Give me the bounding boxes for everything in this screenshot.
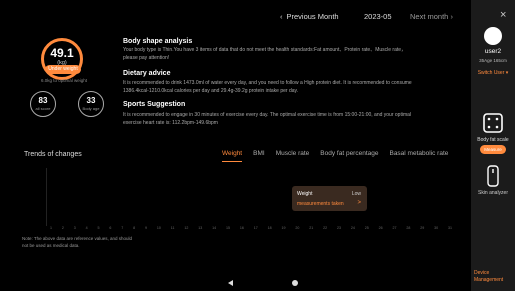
weight-status-badge: Under weight	[45, 65, 81, 74]
chevron-right-icon[interactable]: >	[357, 200, 361, 206]
all-score-label: all score	[35, 106, 51, 111]
month-navigation: ‹ Previous Month 2023-05 Next month ›	[280, 8, 465, 24]
sports-suggestion-title: Sports Suggestion	[123, 101, 186, 108]
x-axis-tick-label: 21	[309, 226, 314, 230]
x-axis-tick-label: 20	[295, 226, 300, 230]
trend-tabs: Weight BMI Muscle rate Body fat percenta…	[222, 150, 462, 162]
trends-title: Trends of changes	[24, 151, 82, 158]
all-score-value: 83	[38, 96, 48, 105]
x-axis-tick-label: 25	[364, 226, 369, 230]
x-axis-tick-label: 17	[253, 226, 258, 230]
sports-suggestion-text: It is recommended to engage in 30 minute…	[123, 112, 412, 126]
x-axis-tick-label: 12	[184, 226, 189, 230]
x-axis-tick-label: 5	[97, 226, 100, 230]
tab-basal-metabolic-rate[interactable]: Basal metabolic rate	[389, 150, 448, 162]
tooltip-link[interactable]: measurements taken	[297, 201, 344, 207]
x-axis-tick-label: 15	[225, 226, 230, 230]
tooltip-metric: Weight	[297, 191, 313, 197]
switch-user-button[interactable]: Switch User ▾	[471, 70, 515, 76]
next-month-button[interactable]: Next month ›	[410, 12, 453, 21]
tab-body-fat-percentage[interactable]: Body fat percentage	[320, 150, 378, 162]
x-axis-tick-label: 23	[336, 226, 341, 230]
x-axis-tick-label: 29	[420, 226, 425, 230]
body-shape-title: Body shape analysis	[123, 38, 193, 45]
close-icon[interactable]: ×	[500, 9, 506, 21]
x-axis-tick-label: 9	[145, 226, 147, 230]
all-score-ring: 83 all score	[30, 91, 56, 117]
x-axis-tick-label: 1	[50, 226, 52, 230]
x-axis-tick-label: 7	[121, 226, 124, 230]
x-axis-tick-label: 8	[133, 226, 136, 230]
measure-button[interactable]: Measure	[480, 145, 506, 154]
x-axis-tick-label: 27	[392, 226, 397, 230]
x-axis-tick-label: 30	[434, 226, 439, 230]
previous-month-label: Previous Month	[286, 11, 339, 21]
tab-muscle-rate[interactable]: Muscle rate	[276, 150, 310, 162]
device-management-link[interactable]: Device Management	[474, 270, 514, 283]
weight-value: 49.1	[50, 46, 74, 60]
body-age-label: Body age	[82, 106, 100, 111]
current-month: 2023-05	[364, 11, 392, 21]
avatar[interactable]	[484, 27, 502, 45]
x-axis-tick-label: 2	[61, 226, 64, 230]
x-axis-tick-label: 19	[281, 226, 286, 230]
home-icon[interactable]	[292, 280, 298, 286]
x-axis-tick-label: 10	[156, 226, 161, 230]
x-axis-tick-label: 24	[350, 226, 355, 230]
x-axis-tick-label: 13	[198, 226, 203, 230]
body-fat-scale-label: Body fat scale	[477, 137, 509, 143]
previous-month-button[interactable]: ‹ Previous Month	[280, 12, 339, 21]
tooltip-level: Low	[351, 191, 361, 197]
x-axis-tick-label: 11	[170, 226, 175, 230]
trend-chart[interactable]	[46, 168, 452, 226]
optimal-weight-hint: 6.0kg to optimal weight	[40, 78, 88, 83]
body-age-value: 33	[86, 96, 96, 105]
x-axis-tick-label: 26	[378, 226, 383, 230]
x-axis-tick-label: 3	[73, 226, 76, 230]
skin-analyzer-label: Skin analyzer	[477, 190, 508, 196]
chevron-left-icon: ‹	[280, 11, 283, 21]
skin-analyzer-icon[interactable]	[485, 164, 501, 188]
x-axis-tick-label: 16	[239, 226, 244, 230]
x-axis-tick-label: 4	[85, 226, 88, 230]
back-icon[interactable]	[228, 280, 233, 286]
x-axis-tick-label: 28	[406, 226, 411, 230]
reference-note: Note: The above data are reference value…	[22, 236, 132, 248]
body-fat-scale-icon[interactable]	[481, 111, 505, 135]
x-axis-tick-label: 6	[109, 226, 112, 230]
tab-bmi[interactable]: BMI	[253, 150, 265, 162]
dietary-advice-text: It is recommended to drink 1473.0ml of w…	[123, 80, 412, 94]
chart-x-axis: 1 2 3 4 5 6 7 8 9 10 11 12 13 14 15 16 17 18 19 20 21 22 23 24 2…	[50, 226, 452, 234]
user-meta: 35Age 165cm	[479, 58, 507, 63]
x-axis-tick-label: 14	[212, 226, 217, 230]
x-axis-tick-label: 18	[267, 226, 272, 230]
body-age-ring: 33 Body age	[78, 91, 104, 117]
chart-tooltip[interactable]: Weight Low measurements taken >	[292, 186, 367, 211]
user-name: user2	[484, 48, 502, 55]
dietary-advice-title: Dietary advice	[123, 70, 171, 77]
body-shape-text: Your body type is Thin.You have 3 items …	[123, 47, 407, 61]
x-axis-tick-label: 22	[323, 226, 328, 230]
tab-weight[interactable]: Weight	[222, 150, 243, 162]
x-axis-tick-label: 31	[447, 226, 452, 230]
